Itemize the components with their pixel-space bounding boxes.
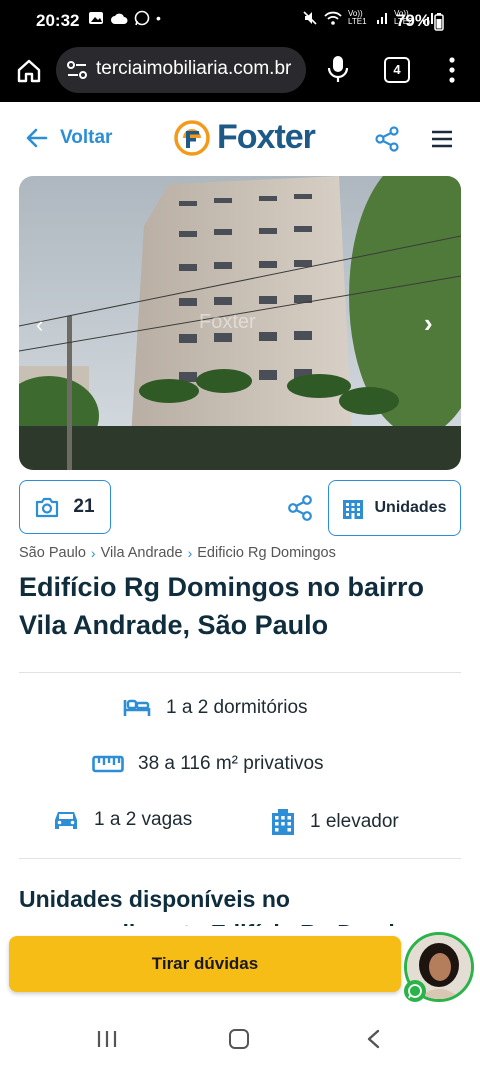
previous-photo-icon[interactable]: ‹ (36, 312, 43, 338)
bed-icon (123, 699, 151, 716)
cloud-icon (111, 13, 128, 24)
ask-questions-button[interactable]: Tirar dúvidas (9, 936, 401, 992)
battery-level: 79% (395, 11, 430, 30)
arrow-left-icon (26, 128, 48, 148)
building-icon (272, 809, 294, 835)
breadcrumb: São Paulo › Vila Andrade › Edificio Rg D… (19, 545, 336, 561)
next-photo-icon[interactable]: › (424, 308, 433, 339)
divider (19, 672, 461, 673)
elevator-text: 1 elevador (310, 811, 399, 832)
dot-icon: • (156, 10, 161, 26)
url-text[interactable]: terciaimobiliaria.com.br (96, 58, 300, 80)
ruler-icon (92, 755, 124, 773)
back-nav-icon[interactable] (366, 1029, 380, 1049)
bedrooms-text: 1 a 2 dormitórios (166, 697, 308, 718)
site-settings-icon[interactable] (66, 60, 88, 80)
back-label: Voltar (60, 127, 113, 148)
home-icon[interactable] (16, 58, 42, 84)
status-bar: 20:32 • Vo)) LTE1 Vo)) LTE2 79% (0, 0, 480, 44)
tab-switcher-button[interactable]: 4 (384, 57, 410, 83)
more-options-icon[interactable] (444, 56, 460, 84)
system-navigation-bar (0, 1010, 480, 1067)
foxter-logo-icon (174, 119, 210, 156)
wifi-icon (324, 11, 342, 25)
signal-icon (377, 13, 387, 24)
gallery-actions: 21 Unidades (0, 480, 480, 536)
back-button[interactable]: Voltar (26, 127, 112, 149)
parking-text: 1 a 2 vagas (94, 809, 193, 830)
parking-feature: 1 a 2 vagas (52, 808, 192, 832)
elevator-feature: 1 elevador (270, 808, 399, 836)
breadcrumb-item[interactable]: Vila Andrade (101, 545, 183, 561)
url-bar[interactable]: terciaimobiliaria.com.br (56, 47, 306, 93)
camera-icon (36, 497, 59, 518)
microphone-icon[interactable] (326, 54, 350, 84)
chevron-right-icon: › (90, 545, 96, 561)
signal-lte1-label: Vo)) LTE1 (348, 9, 367, 26)
breadcrumb-item[interactable]: São Paulo (19, 545, 86, 561)
logo-text: Foxter (217, 118, 316, 156)
browser-toolbar: terciaimobiliaria.com.br 4 (0, 44, 480, 102)
units-section-title: Unidades disponíveis no empreendimento E… (19, 886, 450, 926)
building-icon (343, 500, 364, 519)
units-button[interactable]: Unidades (328, 480, 461, 536)
photo-watermark: Foxter (199, 311, 256, 333)
home-nav-icon[interactable] (229, 1029, 249, 1049)
breadcrumb-item[interactable]: Edificio Rg Domingos (197, 545, 336, 561)
whatsapp-glyph (408, 984, 422, 999)
units-label: Unidades (374, 499, 447, 516)
gallery-icon (89, 12, 103, 24)
share-icon[interactable] (286, 494, 314, 522)
building-photo-illustration: Foxter (19, 176, 461, 470)
whatsapp-icon (134, 10, 150, 26)
share-icon[interactable] (374, 126, 400, 152)
divider (19, 858, 461, 859)
mute-icon (303, 11, 317, 25)
notification-icons: • (88, 10, 161, 26)
recent-apps-icon[interactable] (96, 1030, 118, 1048)
whatsapp-icon[interactable] (404, 980, 426, 1002)
area-text: 38 a 116 m² privativos (138, 753, 324, 774)
car-icon (55, 812, 77, 829)
photos-button[interactable]: 21 (19, 480, 111, 534)
foxter-logo[interactable]: Foxter (173, 118, 316, 157)
site-header: Voltar Foxter (0, 102, 480, 172)
status-time: 20:32 (36, 11, 80, 30)
area-feature: 38 a 116 m² privativos (92, 753, 324, 775)
chevron-right-icon: › (187, 545, 193, 561)
photo-count: 21 (73, 496, 95, 517)
hamburger-menu-icon[interactable] (432, 130, 452, 148)
page-title: Edifício Rg Domingos no bairro Vila Andr… (19, 572, 424, 640)
bedrooms-feature: 1 a 2 dormitórios (122, 696, 308, 720)
building-photo[interactable]: Foxter (19, 176, 461, 470)
battery-icon (434, 13, 444, 31)
